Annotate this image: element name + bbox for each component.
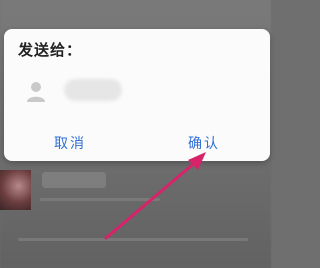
annotation-arrow	[104, 152, 206, 240]
